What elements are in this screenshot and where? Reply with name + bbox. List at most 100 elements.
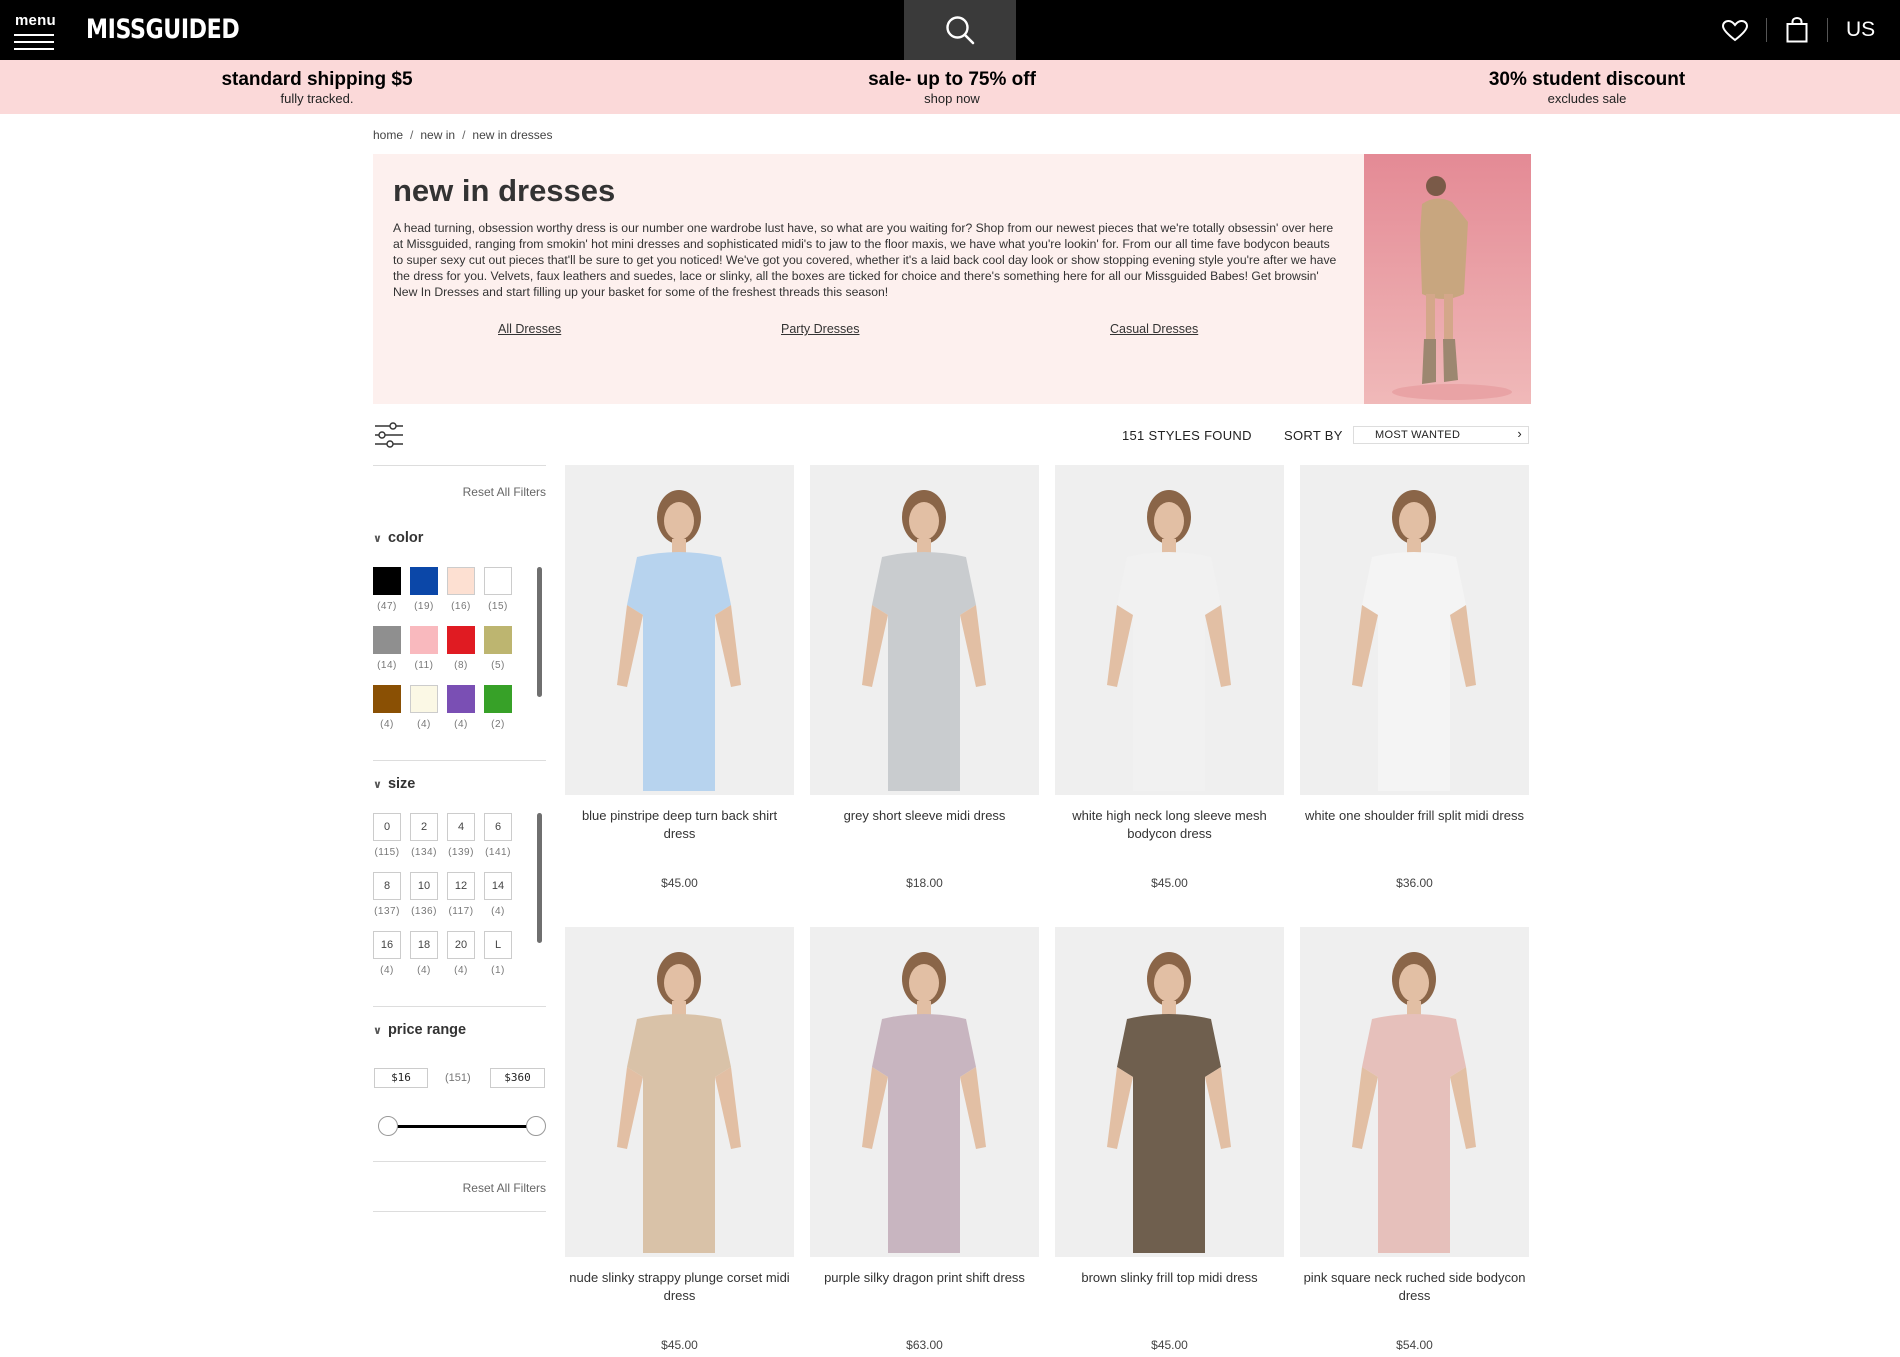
promo-sale[interactable]: sale- up to 75% off shop now — [852, 69, 1052, 106]
product-name[interactable]: grey short sleeve midi dress — [810, 807, 1039, 825]
color-swatch[interactable] — [373, 626, 401, 654]
product-price: $63.00 — [906, 1338, 943, 1352]
shopping-bag-icon[interactable] — [1786, 17, 1808, 43]
size-filter-header[interactable]: ∨ size — [373, 776, 415, 792]
size-option-count: (117) — [448, 906, 474, 917]
search-button[interactable] — [904, 0, 1016, 60]
reset-filters-button[interactable]: Reset All Filters — [373, 1181, 546, 1195]
reset-filters-button[interactable]: Reset All Filters — [373, 485, 546, 499]
product-price: $36.00 — [1396, 876, 1433, 890]
size-option[interactable]: 0 — [373, 813, 401, 841]
color-swatch-count: (4) — [380, 719, 394, 730]
promo-student-discount[interactable]: 30% student discount excludes sale — [1477, 69, 1697, 106]
product-name[interactable]: brown slinky frill top midi dress — [1055, 1269, 1284, 1287]
link-all-dresses[interactable]: All Dresses — [498, 322, 561, 336]
size-option-count: (4) — [417, 965, 431, 976]
menu-label: menu — [15, 12, 56, 29]
size-option[interactable]: 18 — [410, 931, 438, 959]
price-min-input[interactable]: $16 — [374, 1068, 428, 1088]
price-slider-track — [388, 1125, 535, 1128]
color-swatch[interactable] — [447, 626, 475, 654]
promo-bar: standard shipping $5 fully tracked. sale… — [0, 60, 1900, 114]
size-scrollbar-thumb[interactable] — [537, 813, 542, 943]
hero-model-image — [1364, 154, 1531, 404]
size-option[interactable]: 10 — [410, 872, 438, 900]
color-swatch[interactable] — [410, 626, 438, 654]
breadcrumb-current[interactable]: new in dresses — [472, 128, 552, 142]
category-hero: new in dresses A head turning, obsession… — [373, 154, 1531, 404]
size-option[interactable]: 20 — [447, 931, 475, 959]
product-price: $54.00 — [1396, 1338, 1433, 1352]
product-name[interactable]: nude slinky strappy plunge corset midi d… — [565, 1269, 794, 1305]
size-option[interactable]: 8 — [373, 872, 401, 900]
product-image[interactable] — [1300, 465, 1529, 795]
color-swatch[interactable] — [410, 567, 438, 595]
price-slider-min-handle[interactable] — [378, 1116, 398, 1136]
size-option-count: (4) — [454, 965, 468, 976]
product-image[interactable] — [565, 927, 794, 1257]
price-filter-header[interactable]: ∨ price range — [373, 1022, 466, 1038]
color-swatch[interactable] — [447, 685, 475, 713]
color-swatch-count: (2) — [491, 719, 505, 730]
color-swatch[interactable] — [484, 685, 512, 713]
size-option-count: (115) — [374, 847, 400, 858]
color-swatch[interactable] — [447, 567, 475, 595]
price-max-input[interactable]: $360 — [490, 1068, 545, 1088]
product-name[interactable]: blue pinstripe deep turn back shirt dres… — [565, 807, 794, 843]
product-name[interactable]: purple silky dragon print shift dress — [810, 1269, 1039, 1287]
breadcrumb-home[interactable]: home — [373, 128, 403, 142]
product-price: $45.00 — [1151, 876, 1188, 890]
filter-toggle-button[interactable] — [373, 420, 405, 450]
product-name[interactable]: white high neck long sleeve mesh bodycon… — [1055, 807, 1284, 843]
menu-button[interactable]: menu — [14, 12, 56, 50]
results-count: 151 STYLES FOUND — [1122, 428, 1252, 443]
size-option[interactable]: 12 — [447, 872, 475, 900]
color-swatch-count: (47) — [377, 601, 397, 612]
sort-dropdown[interactable]: MOST WANTED › — [1353, 426, 1529, 444]
product-image[interactable] — [1300, 927, 1529, 1257]
heart-icon[interactable] — [1722, 20, 1748, 42]
color-swatch-count: (5) — [491, 660, 505, 671]
region-selector[interactable]: US — [1846, 18, 1875, 42]
size-option[interactable]: L — [484, 931, 512, 959]
product-name[interactable]: white one shoulder frill split midi dres… — [1300, 807, 1529, 825]
color-swatch[interactable] — [410, 685, 438, 713]
color-scrollbar-thumb[interactable] — [537, 567, 542, 697]
breadcrumb: home / new in / new in dresses — [373, 128, 552, 142]
color-filter-header[interactable]: ∨ color — [373, 530, 423, 546]
page-title: new in dresses — [393, 173, 616, 208]
promo-shipping[interactable]: standard shipping $5 fully tracked. — [217, 69, 417, 106]
color-swatch-count: (14) — [377, 660, 397, 671]
product-image[interactable] — [810, 465, 1039, 795]
breadcrumb-new-in[interactable]: new in — [420, 128, 455, 142]
product-name[interactable]: pink square neck ruched side bodycon dre… — [1300, 1269, 1529, 1305]
size-option[interactable]: 2 — [410, 813, 438, 841]
color-swatch-count: (16) — [451, 601, 471, 612]
size-option[interactable]: 14 — [484, 872, 512, 900]
product-image[interactable] — [565, 465, 794, 795]
product-image[interactable] — [810, 927, 1039, 1257]
size-option[interactable]: 16 — [373, 931, 401, 959]
product-image[interactable] — [1055, 465, 1284, 795]
top-header: menu MISSGUIDED US — [0, 0, 1900, 60]
size-option[interactable]: 4 — [447, 813, 475, 841]
link-casual-dresses[interactable]: Casual Dresses — [1110, 322, 1198, 336]
color-swatch[interactable] — [484, 626, 512, 654]
chevron-right-icon: › — [1517, 426, 1522, 441]
sort-value: MOST WANTED — [1375, 429, 1461, 441]
size-option-count: (4) — [380, 965, 394, 976]
price-slider-max-handle[interactable] — [526, 1116, 546, 1136]
size-option[interactable]: 6 — [484, 813, 512, 841]
chevron-down-icon: ∨ — [373, 533, 382, 545]
size-option-count: (137) — [374, 906, 400, 917]
divider — [373, 465, 546, 466]
product-image[interactable] — [1055, 927, 1284, 1257]
site-logo[interactable]: MISSGUIDED — [86, 14, 240, 45]
color-swatch[interactable] — [373, 685, 401, 713]
color-swatch[interactable] — [373, 567, 401, 595]
color-swatch[interactable] — [484, 567, 512, 595]
promo-title: standard shipping $5 — [221, 69, 413, 90]
header-divider — [1766, 18, 1767, 42]
link-party-dresses[interactable]: Party Dresses — [781, 322, 860, 336]
filter-sliders-icon — [375, 422, 403, 448]
